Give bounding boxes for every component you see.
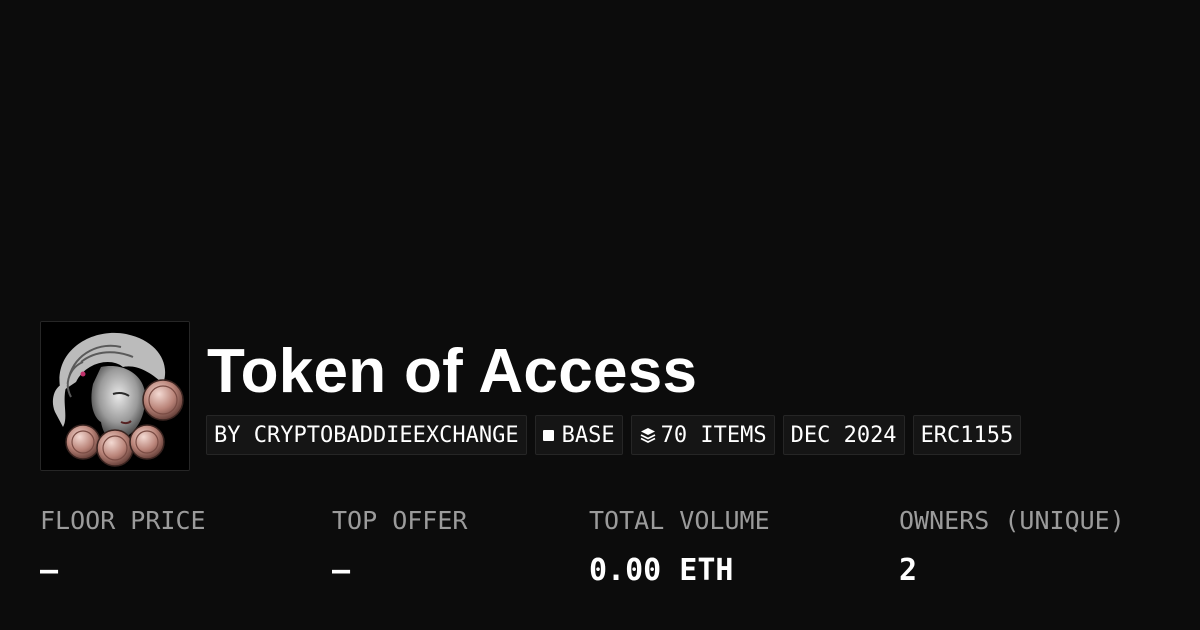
items-tag: 70 ITEMS [630, 415, 775, 455]
stat-value: 2 [899, 553, 918, 588]
collection-avatar [40, 321, 190, 471]
items-tag-label: 70 ITEMS [660, 422, 767, 448]
standard-tag: ERC1155 [912, 415, 1022, 455]
creator-tag[interactable]: BY CRYPTOBADDIEEXCHANGE [206, 415, 527, 455]
chain-tag[interactable]: BASE [534, 415, 623, 455]
stat-label: FLOOR PRICE [40, 506, 206, 535]
stat-top-offer: TOP OFFER — [332, 505, 467, 588]
stat-label: TOTAL VOLUME [589, 506, 770, 535]
layers-icon [639, 426, 657, 444]
collection-avatar-image [41, 322, 189, 470]
stat-value: — [332, 553, 351, 588]
date-tag: DEC 2024 [782, 415, 905, 455]
collection-tags: BY CRYPTOBADDIEEXCHANGE BASE 70 ITEMS DE… [206, 415, 1022, 455]
standard-tag-label: ERC1155 [920, 422, 1014, 448]
stat-value: 0.00 ETH [589, 553, 734, 588]
square-icon [542, 429, 554, 441]
stat-label: OWNERS (UNIQUE) [899, 506, 1125, 535]
creator-tag-label: BY CRYPTOBADDIEEXCHANGE [214, 422, 519, 448]
collection-title: Token of Access [207, 337, 698, 406]
stat-owners: OWNERS (UNIQUE) 2 [899, 505, 1125, 588]
chain-tag-label: BASE [561, 422, 615, 448]
stat-label: TOP OFFER [332, 506, 468, 535]
stat-floor-price: FLOOR PRICE — [40, 505, 206, 588]
stat-total-volume: TOTAL VOLUME 0.00 ETH [589, 505, 770, 588]
stat-value: — [40, 553, 59, 588]
date-tag-label: DEC 2024 [790, 422, 897, 448]
